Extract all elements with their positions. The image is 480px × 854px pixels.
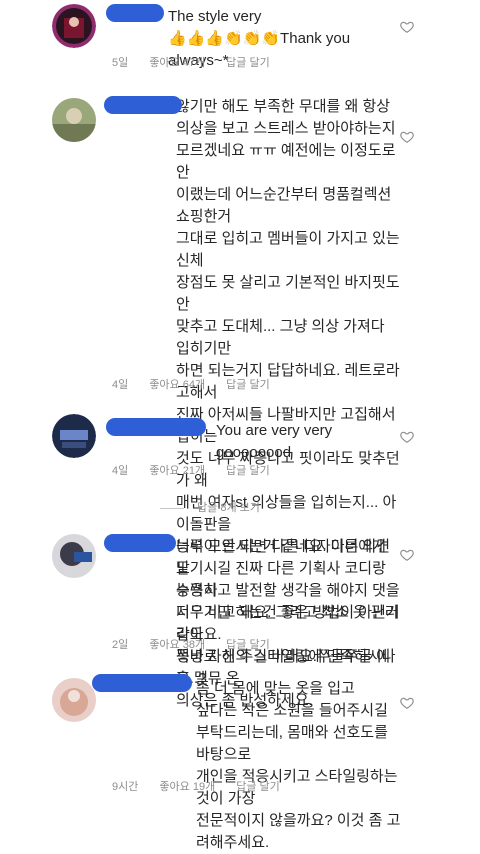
avatar[interactable] (52, 4, 96, 48)
comment-time: 4일 (112, 465, 129, 477)
heart-outline-icon[interactable] (400, 696, 414, 710)
comment-meta: 5일 좋아요 47개 답글 달기 (112, 54, 288, 70)
username-redaction (106, 4, 164, 22)
like-count[interactable]: 좋아요 21개 (149, 465, 205, 477)
username-redaction (104, 534, 176, 552)
like-count[interactable]: 좋아요 19개 (159, 781, 215, 793)
username-redaction (92, 674, 192, 692)
comment-text: 좀 더 몸에 맞는 옷을 입고 싶다는 작은 소원을 들어주시길 부탁드리는데,… (196, 680, 401, 851)
reply-link[interactable]: 답글 달기 (226, 639, 270, 651)
view-replies-link[interactable]: 답글 8개 보기 (160, 499, 260, 515)
username-redaction (106, 418, 206, 436)
comment-time: 9시간 (112, 781, 139, 793)
avatar[interactable] (52, 534, 96, 578)
like-count[interactable]: 좋아요 38개 (149, 639, 205, 651)
reply-link[interactable]: 답글 달기 (236, 781, 280, 793)
avatar[interactable] (52, 98, 96, 142)
heart-outline-icon[interactable] (400, 20, 414, 34)
heart-outline-icon[interactable] (400, 130, 414, 144)
view-replies-label: 답글 8개 보기 (197, 502, 260, 514)
comment-meta: 2일 좋아요 38개 답글 달기 (112, 636, 288, 652)
comment-time: 5일 (112, 57, 129, 69)
comment-meta: 4일 좋아요 21개 답글 달기 (112, 462, 288, 478)
avatar[interactable] (52, 678, 96, 722)
like-count[interactable]: 좋아요 64개 (149, 379, 205, 391)
comment-time: 4일 (112, 379, 129, 391)
heart-outline-icon[interactable] (400, 430, 414, 444)
username-redaction (104, 96, 182, 114)
comment-body: 좀 더 몸에 맞는 옷을 입고 싶다는 작은 소원을 들어주시길 부탁드리는데,… (92, 674, 402, 854)
comment-meta: 9시간 좋아요 19개 답글 달기 (112, 778, 298, 794)
reply-link[interactable]: 답글 달기 (226, 379, 270, 391)
like-count[interactable]: 좋아요 47개 (149, 57, 205, 69)
reply-link[interactable]: 답글 달기 (226, 57, 270, 69)
heart-outline-icon[interactable] (400, 548, 414, 562)
comment-body: You are very very goooooood (106, 418, 402, 464)
comment-meta: 4일 좋아요 64개 답글 달기 (112, 376, 288, 392)
replies-divider (160, 507, 184, 509)
reply-link[interactable]: 답글 달기 (226, 465, 270, 477)
avatar[interactable] (52, 414, 96, 458)
comment-time: 2일 (112, 639, 129, 651)
